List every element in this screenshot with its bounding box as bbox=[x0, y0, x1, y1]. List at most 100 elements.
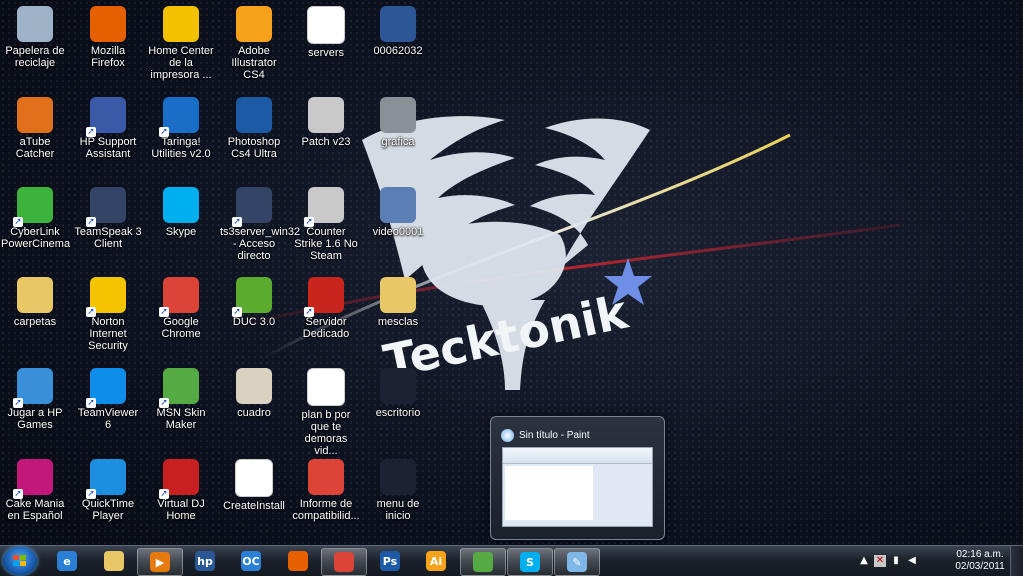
action-center-flag-icon[interactable]: ✕ bbox=[874, 555, 886, 567]
taskbar-chrome-button[interactable] bbox=[321, 548, 367, 576]
clock-date: 02/03/2011 bbox=[955, 561, 1005, 572]
desktop-icon[interactable]: Mozilla Firefox bbox=[73, 6, 143, 69]
taskbar-firefox-button[interactable] bbox=[276, 548, 320, 574]
quicktime-icon bbox=[86, 459, 126, 499]
video-file-icon bbox=[380, 187, 416, 223]
desktop-icon[interactable]: TeamViewer 6 bbox=[73, 368, 143, 431]
desktop-icon[interactable]: cuadro bbox=[219, 368, 289, 419]
desktop-icon[interactable]: Patch v23 bbox=[291, 97, 361, 148]
desktop-icon[interactable]: Cake Mania en Español bbox=[0, 459, 70, 522]
desktop-icon-label: CyberLink PowerCinema bbox=[1, 226, 71, 250]
counter-strike-icon bbox=[308, 97, 344, 133]
desktop-icon[interactable]: TeamSpeak 3 Client bbox=[73, 187, 143, 250]
desktop-icon[interactable]: Google Chrome bbox=[146, 277, 216, 340]
desktop-icon-label: MSN Skin Maker bbox=[156, 407, 206, 431]
firefox-icon bbox=[288, 551, 308, 571]
desktop-icon[interactable]: Informe de compatibilid... bbox=[291, 459, 361, 522]
desktop-icon-label: carpetas bbox=[13, 316, 57, 328]
clock-time: 02:16 a.m. bbox=[956, 549, 1004, 560]
taskbar-skype-button[interactable]: S bbox=[507, 548, 553, 576]
taskbar-hp-button[interactable]: hp bbox=[183, 548, 227, 574]
desktop-icon[interactable]: menu de inicio bbox=[363, 459, 433, 522]
text-file-icon bbox=[307, 6, 345, 44]
folder-icon bbox=[104, 551, 124, 571]
desktop-icon[interactable]: ts3server_win32 - Acceso directo bbox=[219, 187, 301, 262]
skype-icon bbox=[163, 187, 199, 223]
desktop-icon-label: Patch v23 bbox=[301, 136, 351, 148]
desktop-icon[interactable]: Servidor Dedicado bbox=[291, 277, 361, 340]
start-button[interactable] bbox=[3, 547, 37, 575]
desktop-icon-label: TeamViewer 6 bbox=[77, 407, 139, 431]
desktop-icon[interactable]: Norton Internet Security bbox=[73, 277, 143, 352]
desktop-icon[interactable]: carpetas bbox=[0, 277, 70, 328]
taskbar-msn-button[interactable] bbox=[460, 548, 506, 576]
desktop-icon[interactable]: Taringa! Utilities v2.0 bbox=[146, 97, 216, 160]
desktop-icon[interactable]: servers bbox=[291, 6, 361, 59]
clock[interactable]: 02:16 a.m. 02/03/2011 bbox=[950, 549, 1010, 573]
skype-icon: S bbox=[520, 552, 540, 572]
taskbar-photoshop-button[interactable]: Ps bbox=[368, 548, 412, 574]
teamspeak-server-icon bbox=[232, 187, 272, 227]
desktop-icon[interactable]: Skype bbox=[146, 187, 216, 238]
desktop-icon[interactable]: Counter Strike 1.6 No Steam bbox=[291, 187, 361, 262]
desktop-icon-label: Servidor Dedicado bbox=[302, 316, 350, 340]
desktop-icon[interactable]: Virtual DJ Home bbox=[146, 459, 216, 522]
desktop-icon[interactable]: Jugar a HP Games bbox=[0, 368, 70, 431]
taskbar-internet-explorer-button[interactable]: e bbox=[45, 548, 89, 574]
desktop-icon[interactable]: DUC 3.0 bbox=[219, 277, 289, 328]
desktop-icon[interactable]: CyberLink PowerCinema bbox=[0, 187, 70, 250]
taskbar-paint-button[interactable]: ✎ bbox=[554, 548, 600, 576]
taskbar-illustrator-button[interactable]: Ai bbox=[414, 548, 458, 574]
desktop-icon-label: Skype bbox=[165, 226, 197, 238]
desktop-icon-label: Photoshop Cs4 Ultra bbox=[227, 136, 281, 160]
desktop-icon-label: Home Center de la impresora ... bbox=[148, 45, 214, 81]
desktop-icon[interactable]: 00062032 bbox=[363, 6, 433, 57]
generic-file-icon bbox=[235, 459, 273, 497]
desktop-icon-label: Norton Internet Security bbox=[88, 316, 128, 352]
desktop-icon[interactable]: Home Center de la impresora ... bbox=[146, 6, 216, 81]
msn-icon bbox=[159, 368, 199, 408]
desktop-icon-label: Mozilla Firefox bbox=[90, 45, 126, 69]
network-signal-icon[interactable]: ▮ bbox=[890, 555, 902, 567]
desktop-icon[interactable]: CreateInstall bbox=[219, 459, 289, 512]
desktop-icon[interactable]: aTube Catcher bbox=[0, 97, 70, 160]
desktop-icon-label: TeamSpeak 3 Client bbox=[74, 226, 142, 250]
taskbar-ooVoo-button[interactable]: OC bbox=[229, 548, 273, 574]
desktop-icon[interactable]: HP Support Assistant bbox=[73, 97, 143, 160]
desktop-icon[interactable]: Papelera de reciclaje bbox=[0, 6, 70, 69]
desktop-icon[interactable]: mesclas bbox=[363, 277, 433, 328]
desktop-icon[interactable]: escritorio bbox=[363, 368, 433, 419]
duc-icon bbox=[232, 277, 272, 317]
show-desktop-button[interactable] bbox=[1010, 546, 1023, 576]
desktop-icon[interactable]: Adobe Illustrator CS4 bbox=[219, 6, 289, 81]
powercinema-icon bbox=[13, 187, 53, 227]
desktop-icon[interactable]: Photoshop Cs4 Ultra bbox=[219, 97, 289, 160]
norton-icon bbox=[86, 277, 126, 317]
volume-icon[interactable]: ◀ bbox=[906, 555, 918, 567]
taskbar-explorer-button[interactable] bbox=[92, 548, 136, 574]
desktop-icon-label: Jugar a HP Games bbox=[7, 407, 63, 431]
photoshop-icon: Ps bbox=[380, 551, 400, 571]
windows-logo-icon bbox=[13, 555, 27, 567]
desktop-icon-label: Google Chrome bbox=[161, 316, 201, 340]
teamspeak-icon bbox=[86, 187, 126, 227]
desktop-icon-label: menu de inicio bbox=[376, 498, 420, 522]
folder-icon bbox=[380, 277, 416, 313]
desktop-icon-label: Cake Mania en Español bbox=[5, 498, 65, 522]
illustrator-icon bbox=[236, 6, 272, 42]
desktop-icon-label: ts3server_win32 - Acceso directo bbox=[220, 226, 301, 262]
paint-thumbnail-preview[interactable]: Sin título - Paint bbox=[490, 416, 665, 540]
chrome-icon bbox=[159, 277, 199, 317]
paint-icon bbox=[501, 429, 514, 442]
desktop-icon-label: HP Support Assistant bbox=[79, 136, 137, 160]
desktop-icon[interactable]: MSN Skin Maker bbox=[146, 368, 216, 431]
server-icon bbox=[304, 277, 344, 317]
cake-mania-icon bbox=[13, 459, 53, 499]
desktop-icon[interactable]: grafica bbox=[363, 97, 433, 148]
desktop-icon[interactable]: QuickTime Player bbox=[73, 459, 143, 522]
taskbar-media-player-button[interactable]: ▶ bbox=[137, 548, 183, 576]
show-hidden-icons-icon[interactable]: ▲ bbox=[858, 555, 870, 567]
desktop-icon[interactable]: video0001 bbox=[363, 187, 433, 238]
image-file-icon bbox=[236, 368, 272, 404]
desktop-icon[interactable]: plan b por que te demoras vid... bbox=[291, 368, 361, 457]
